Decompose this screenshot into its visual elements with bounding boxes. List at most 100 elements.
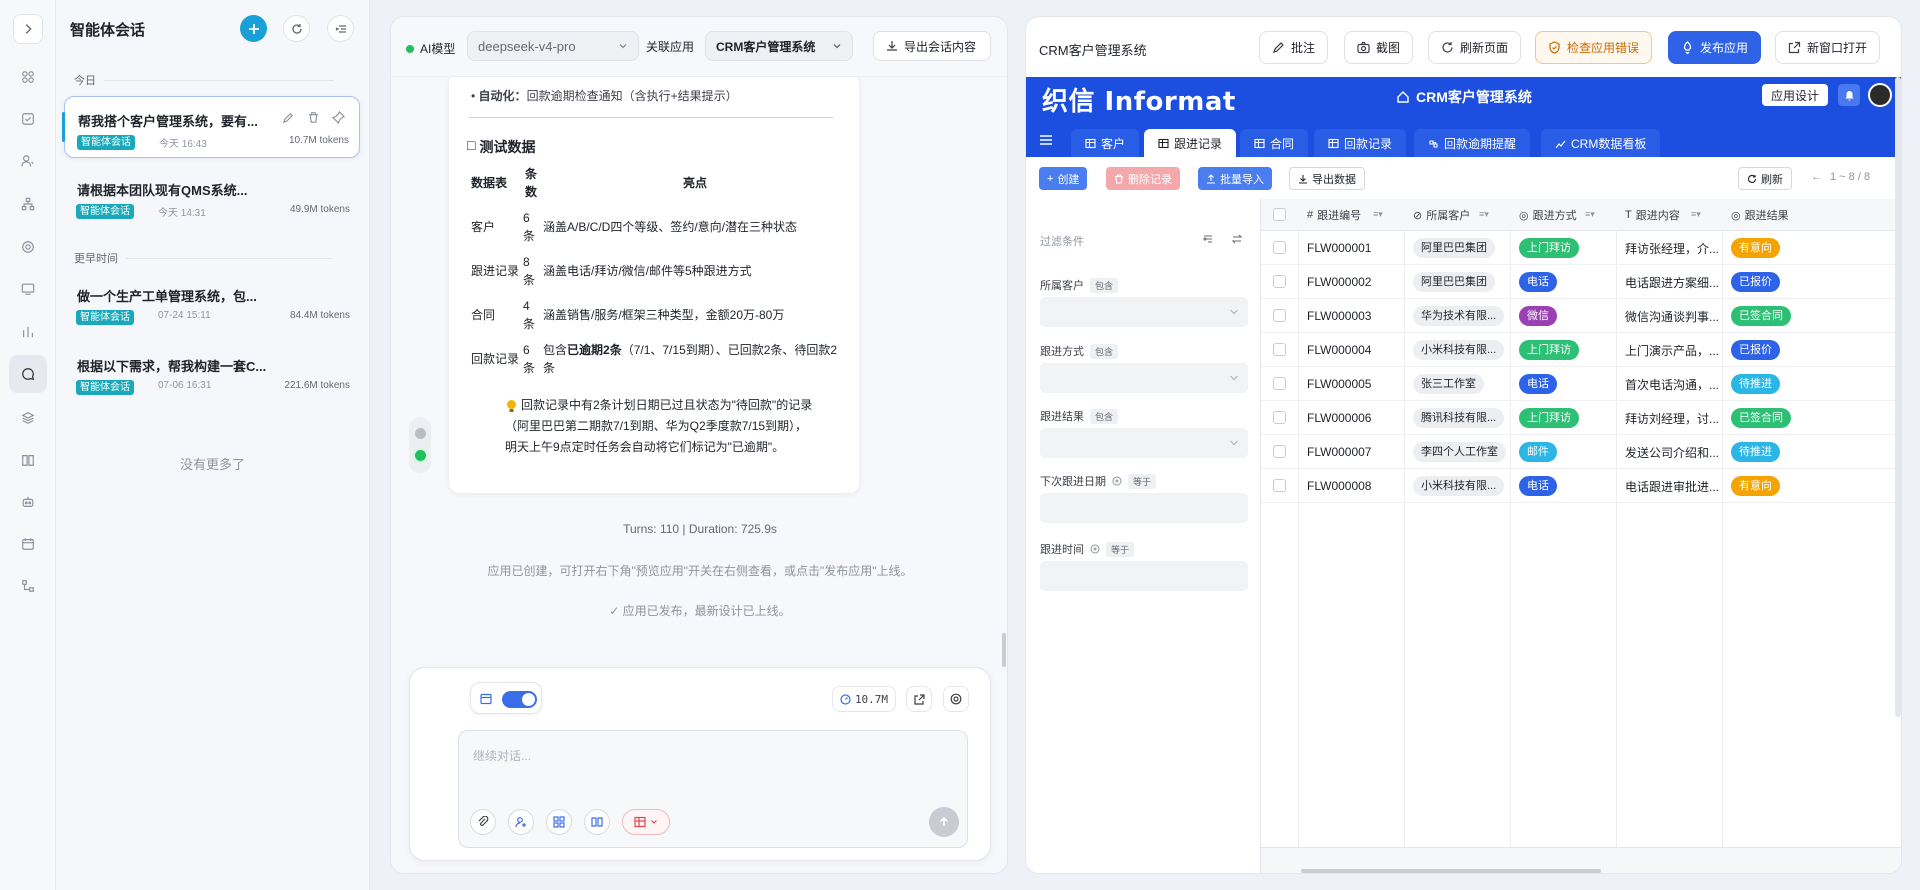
related-app-select[interactable]: CRM客户管理系统 (705, 31, 853, 61)
tab-dashboard[interactable]: CRM数据看板 (1541, 129, 1661, 157)
filter-method-select[interactable] (1040, 363, 1248, 393)
session-item[interactable]: 帮我搭个客户管理系统，要有... 智能体会话 今天 16:43 10.7M to… (64, 96, 360, 158)
export-data-button[interactable]: 导出数据 (1289, 167, 1365, 190)
dot-off[interactable] (415, 428, 426, 439)
message-textarea[interactable]: 继续对话... (458, 730, 968, 848)
column-header[interactable]: ◎ 跟进方式 (1519, 199, 1577, 231)
model-select[interactable]: deepseek-v4-pro (467, 31, 639, 61)
menu-icon[interactable] (1040, 135, 1052, 145)
book-icon[interactable] (584, 809, 610, 835)
open-new-window-button[interactable]: 新窗口打开 (1775, 31, 1881, 64)
screenshot-button[interactable]: 截图 (1344, 31, 1414, 64)
content-cell: 微信沟通谈判事... (1625, 309, 1720, 324)
apps-icon[interactable] (17, 66, 39, 88)
grid-apps-icon[interactable] (546, 809, 572, 835)
row-checkbox[interactable] (1273, 343, 1286, 356)
refresh-data-button[interactable]: 刷新 (1738, 167, 1792, 190)
tab-followup[interactable]: 跟进记录 (1144, 129, 1237, 157)
tab-customer[interactable]: 客户 (1071, 129, 1140, 157)
swap-icon[interactable] (1231, 233, 1243, 245)
row-checkbox[interactable] (1273, 377, 1286, 390)
pagination[interactable]: ← 1 ~ 8 / 8 (1811, 171, 1870, 183)
preview-toggle-pill[interactable] (409, 417, 431, 473)
sort-icon[interactable]: ≡▾ (1373, 209, 1383, 220)
row-checkbox[interactable] (1273, 241, 1286, 254)
book-icon[interactable] (17, 449, 39, 471)
toggle-switch[interactable] (502, 691, 537, 708)
open-external-icon[interactable] (906, 686, 932, 712)
column-header[interactable]: ◎ 跟进结果 (1731, 199, 1789, 231)
flow-icon[interactable] (17, 575, 39, 597)
refresh-icon[interactable] (283, 15, 310, 42)
column-header[interactable]: ⊘ 所属客户 (1413, 199, 1470, 231)
delete-records-button[interactable]: 删除记录 (1106, 167, 1180, 190)
new-session-button[interactable] (240, 15, 267, 42)
bell-icon[interactable] (1838, 84, 1860, 106)
horizontal-scrollbar[interactable] (1301, 869, 1601, 873)
table-row[interactable]: FLW000006 腾讯科技有限... 上门拜访 拜访刘经理，讨... 已签合同 (1261, 401, 1901, 435)
table-row[interactable]: FLW000005 张三工作室 电话 首次电话沟通，... 待推进 (1261, 367, 1901, 401)
collapse-list-icon[interactable] (327, 15, 354, 42)
batch-import-button[interactable]: 批量导入 (1198, 167, 1272, 190)
org-icon[interactable] (17, 193, 39, 215)
add-user-icon[interactable] (508, 809, 534, 835)
session-item[interactable]: 根据以下需求，帮我构建一套C... 智能体会话 07-06 16:31 221.… (64, 342, 360, 404)
settings-icon[interactable] (17, 236, 39, 258)
expand-icon[interactable] (13, 14, 43, 44)
layers-icon[interactable] (17, 407, 39, 429)
robot-icon[interactable] (17, 491, 39, 513)
pin-icon[interactable] (332, 111, 345, 124)
row-checkbox[interactable] (1273, 309, 1286, 322)
filter-settings-icon[interactable] (1202, 233, 1214, 245)
chat-icon[interactable] (9, 355, 47, 393)
avatar[interactable] (1868, 83, 1892, 107)
filter-next-date-input[interactable] (1040, 493, 1248, 523)
table-mode-select[interactable] (622, 809, 670, 835)
filter-customer-select[interactable] (1040, 297, 1248, 327)
column-header[interactable]: # 跟进编号 (1307, 199, 1361, 231)
publish-app-button[interactable]: 发布应用 (1668, 31, 1762, 64)
tab-contract[interactable]: 合同 (1240, 129, 1309, 157)
sort-icon[interactable]: ≡▾ (1479, 209, 1489, 220)
attach-icon[interactable] (470, 809, 496, 835)
create-button[interactable]: + 创建 (1039, 167, 1088, 190)
table-row[interactable]: FLW000001 阿里巴巴集团 上门拜访 拜访张经理，介... 有意向 (1261, 231, 1901, 265)
monitor-icon[interactable] (17, 278, 39, 300)
calendar-icon[interactable] (17, 533, 39, 555)
row-checkbox[interactable] (1273, 275, 1286, 288)
app-design-button[interactable]: 应用设计 (1762, 84, 1829, 106)
settings-icon[interactable] (943, 686, 969, 712)
table-row[interactable]: FLW000003 华为技术有限... 微信 微信沟通谈判事... 已签合同 (1261, 299, 1901, 333)
delete-icon[interactable] (307, 111, 320, 124)
column-header[interactable]: T 跟进内容 (1625, 199, 1680, 231)
row-checkbox[interactable] (1273, 479, 1286, 492)
vertical-scrollbar[interactable] (1895, 77, 1901, 717)
filter-result-select[interactable] (1040, 428, 1248, 458)
check-errors-button[interactable]: 检查应用错误 (1535, 31, 1653, 64)
preview-switch[interactable] (470, 682, 542, 714)
select-all-checkbox[interactable] (1273, 208, 1286, 221)
dot-on[interactable] (415, 450, 426, 461)
filter-time-input[interactable] (1040, 561, 1248, 591)
annotate-button[interactable]: 批注 (1259, 31, 1329, 64)
table-row[interactable]: FLW000002 阿里巴巴集团 电话 电话跟进方案细... 已报价 (1261, 265, 1901, 299)
session-item[interactable]: 请根据本团队现有QMS系统... 智能体会话 今天 14:31 49.9M to… (64, 166, 360, 228)
send-button[interactable] (929, 807, 959, 837)
tasks-icon[interactable] (17, 108, 39, 130)
refresh-page-button[interactable]: 刷新页面 (1428, 31, 1522, 64)
row-checkbox[interactable] (1273, 445, 1286, 458)
session-item[interactable]: 做一个生产工单管理系统，包... 智能体会话 07-24 15:11 84.4M… (64, 272, 360, 334)
users-icon[interactable] (17, 150, 39, 172)
tab-payment[interactable]: 回款记录 (1314, 129, 1407, 157)
edit-icon[interactable] (282, 111, 295, 124)
sort-icon[interactable]: ≡▾ (1691, 209, 1701, 220)
sort-icon[interactable]: ≡▾ (1585, 209, 1595, 220)
export-chat-button[interactable]: 导出会话内容 (873, 31, 991, 61)
row-checkbox[interactable] (1273, 411, 1286, 424)
scrollbar[interactable] (1002, 633, 1006, 667)
table-row[interactable]: FLW000008 小米科技有限... 电话 电话跟进审批进... 有意向 (1261, 469, 1901, 503)
tab-overdue-reminder[interactable]: 回款逾期提醒 (1414, 129, 1531, 157)
stats-icon[interactable] (17, 321, 39, 343)
table-row[interactable]: FLW000004 小米科技有限... 上门拜访 上门演示产品，... 已报价 (1261, 333, 1901, 367)
table-row[interactable]: FLW000007 李四个人工作室 邮件 发送公司介绍和... 待推进 (1261, 435, 1901, 469)
